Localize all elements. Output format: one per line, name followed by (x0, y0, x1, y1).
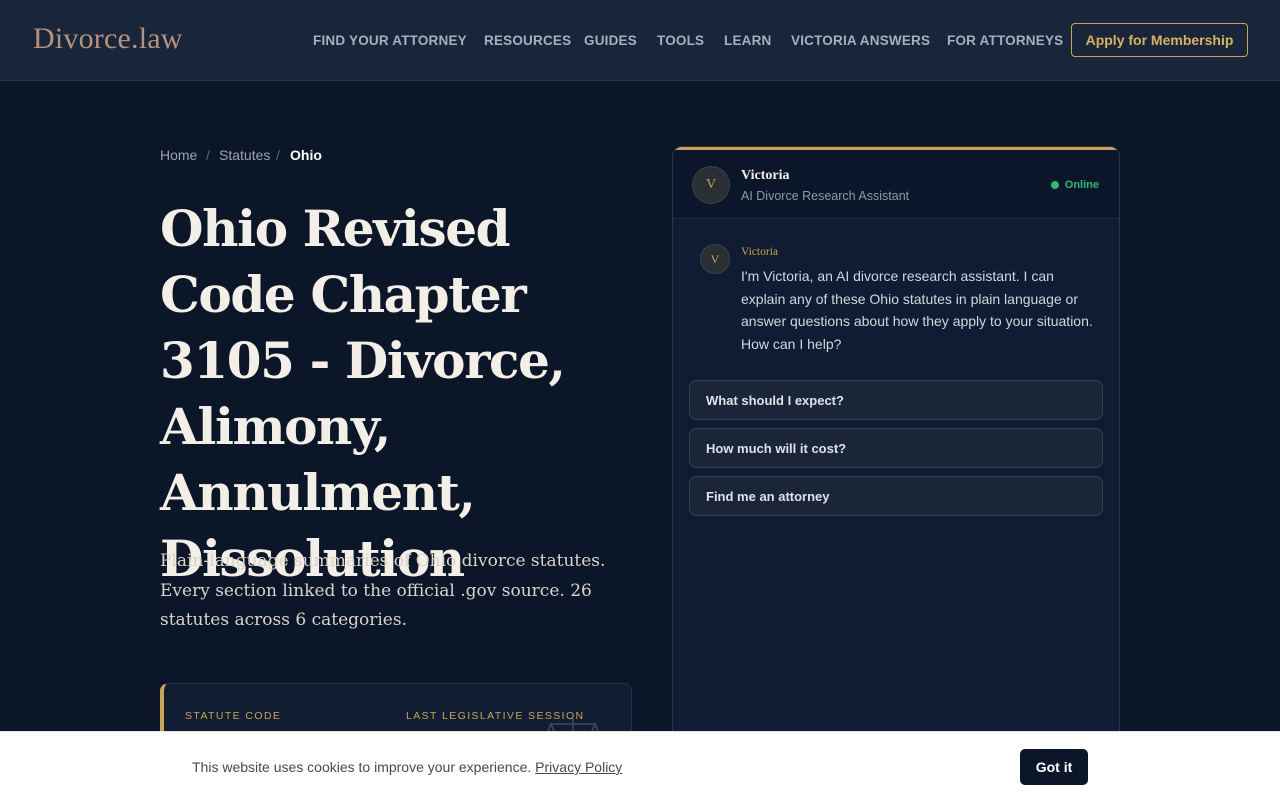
nav-for-attorneys[interactable]: FOR ATTORNEYS (947, 33, 1063, 51)
agent-name: Victoria (741, 168, 790, 183)
nav-find-your-attorney[interactable]: FIND YOUR ATTORNEY (313, 33, 467, 51)
breadcrumb-separator: / (276, 147, 280, 163)
page-subtitle: Plain-language summaries of Ohio divorce… (160, 551, 606, 630)
nav-guides[interactable]: GUIDES (584, 33, 637, 51)
suggestion-find-attorney[interactable]: Find me an attorney (689, 476, 1103, 516)
online-status: Online (1050, 179, 1099, 191)
online-dot-icon (1050, 181, 1059, 189)
cookie-text: This website uses cookies to improve you… (192, 759, 532, 775)
apply-membership-button[interactable]: Apply for Membership (1071, 23, 1248, 57)
nav-resources[interactable]: RESOURCES (484, 33, 571, 51)
statute-code-label: STATUTE CODE (185, 710, 282, 722)
page-title: Ohio Revised Code Chapter 3105 - Divorce… (160, 199, 566, 588)
nav-learn[interactable]: LEARN (724, 33, 772, 51)
breadcrumb-current: Ohio (290, 147, 322, 163)
victoria-chat-panel: V Victoria AI Divorce Research Assistant… (672, 146, 1120, 800)
agent-role: AI Divorce Research Assistant (741, 189, 910, 203)
nav-victoria-answers[interactable]: VICTORIA ANSWERS (791, 33, 930, 51)
site-logo[interactable]: Divorce.law (33, 22, 183, 56)
breadcrumb-home[interactable]: Home (160, 147, 197, 163)
cookie-message: This website uses cookies to improve you… (192, 759, 622, 775)
got-it-button[interactable]: Got it (1020, 749, 1088, 785)
victoria-avatar: V (692, 166, 730, 204)
site-header: Divorce.law FIND YOUR ATTORNEY RESOURCES… (0, 0, 1280, 81)
breadcrumb-statutes[interactable]: Statutes (219, 147, 270, 163)
message-text: I'm Victoria, an AI divorce research ass… (741, 268, 1093, 353)
privacy-policy-link[interactable]: Privacy Policy (535, 759, 622, 775)
message-sender: Victoria (741, 246, 778, 258)
online-status-label: Online (1064, 179, 1099, 191)
breadcrumb-separator: / (206, 147, 210, 163)
suggestion-cost[interactable]: How much will it cost? (689, 428, 1103, 468)
nav-tools[interactable]: TOOLS (657, 33, 704, 51)
chat-header: V Victoria AI Divorce Research Assistant… (673, 150, 1119, 219)
message-avatar: V (700, 244, 730, 274)
suggestion-what-to-expect[interactable]: What should I expect? (689, 380, 1103, 420)
cookie-banner: This website uses cookies to improve you… (0, 731, 1280, 800)
